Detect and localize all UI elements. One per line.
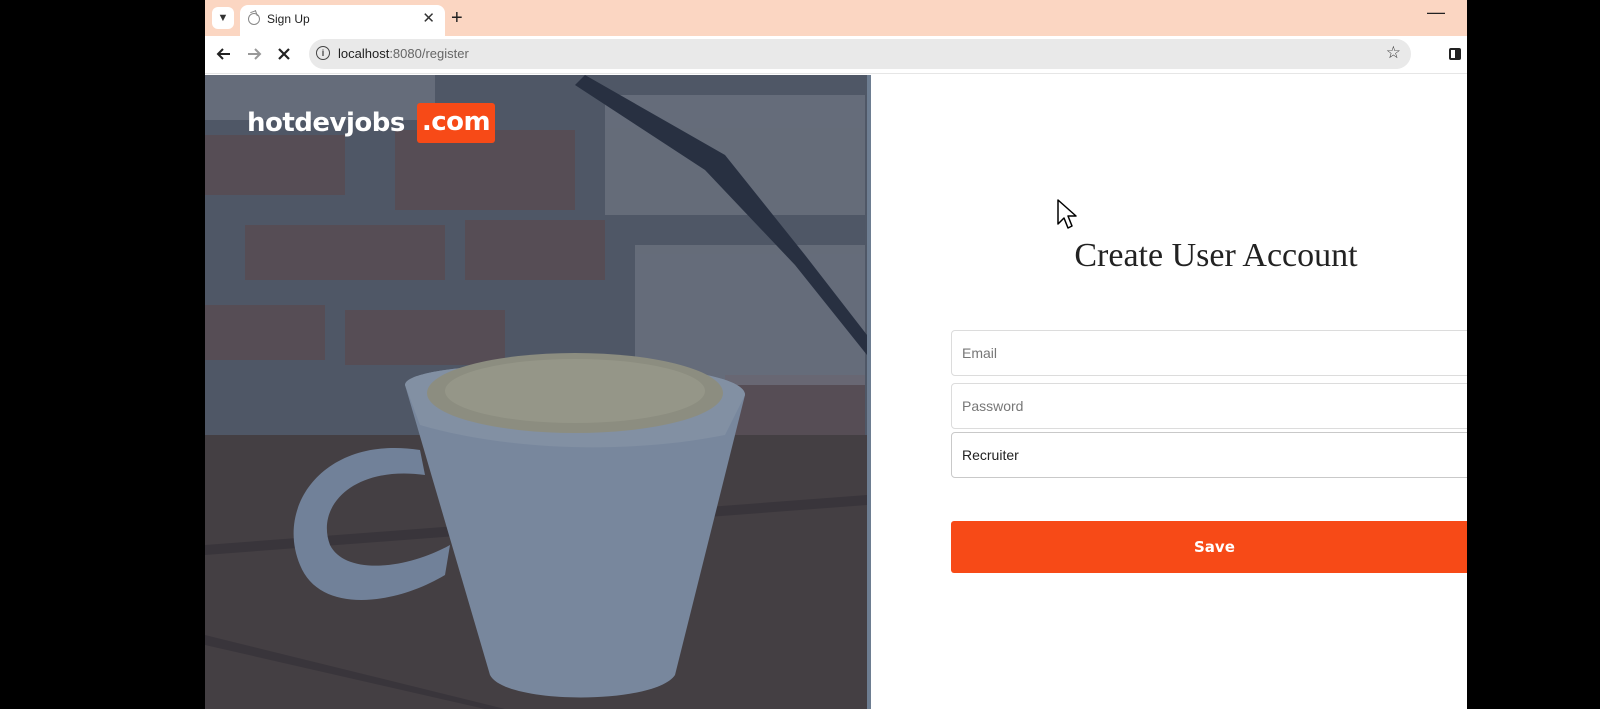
stop-loading-button[interactable]	[273, 43, 295, 65]
save-button[interactable]: Save	[951, 521, 1467, 573]
brand-logo[interactable]: hotdevjobs .com	[247, 103, 496, 143]
back-button[interactable]	[213, 43, 235, 65]
chevron-down-icon[interactable]: ▼	[212, 7, 234, 29]
forward-button[interactable]	[243, 43, 265, 65]
url-text[interactable]: localhost:8080/register	[338, 46, 469, 61]
arrow-right-icon	[248, 48, 262, 60]
new-tab-button[interactable]: +	[451, 5, 463, 31]
register-form-panel: Create User Account Recruiter Save	[871, 75, 1467, 709]
brand-tld-badge: .com	[416, 103, 496, 143]
photo-dark-overlay	[205, 75, 867, 709]
password-field[interactable]	[951, 383, 1467, 429]
star-icon[interactable]: ☆	[1386, 43, 1401, 63]
screen: ▼ Sign Up ✕ + — i localhost:8080/registe…	[0, 0, 1600, 709]
browser-toolbar: i localhost:8080/register ☆	[205, 36, 1467, 74]
email-field[interactable]	[951, 330, 1467, 376]
tab-sign-up[interactable]: Sign Up ✕	[240, 5, 445, 36]
arrow-left-icon	[216, 48, 230, 60]
loading-favicon-icon	[248, 13, 260, 25]
tab-strip: ▼ Sign Up ✕ + —	[205, 0, 1467, 36]
side-panel-icon[interactable]	[1449, 48, 1461, 60]
brand-name: hotdevjobs	[247, 108, 405, 138]
url-host: localhost	[338, 46, 390, 61]
hero-image-panel: hotdevjobs .com	[205, 75, 867, 709]
address-bar[interactable]: i localhost:8080/register ☆	[309, 39, 1411, 69]
minimize-button[interactable]: —	[1427, 2, 1445, 23]
url-path: :8080/register	[389, 46, 469, 61]
browser-window: ▼ Sign Up ✕ + — i localhost:8080/registe…	[205, 0, 1467, 709]
tab-close-icon[interactable]: ✕	[422, 9, 435, 27]
page-title: Create User Account	[1074, 237, 1358, 274]
page-content: hotdevjobs .com Create User Account Recr…	[205, 75, 1467, 709]
udemy-watermark: Udemy	[1415, 688, 1458, 702]
tab-title: Sign Up	[267, 12, 310, 26]
user-type-select[interactable]: Recruiter	[951, 432, 1467, 478]
info-icon[interactable]: i	[316, 46, 330, 60]
close-icon	[278, 48, 290, 60]
mouse-pointer-icon	[1057, 199, 1077, 229]
